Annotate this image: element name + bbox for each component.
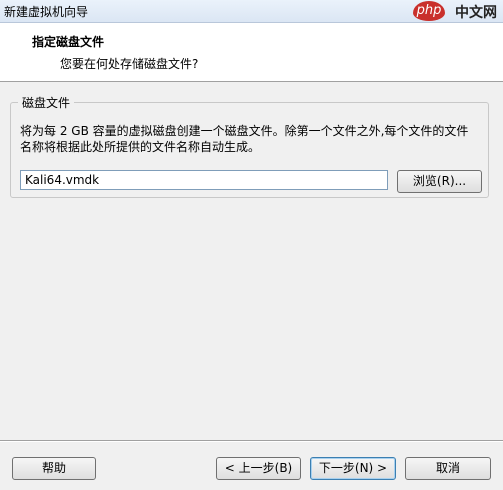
disk-file-description: 将为每 2 GB 容量的虚拟磁盘创建一个磁盘文件。除第一个文件之外,每个文件的文…	[20, 124, 469, 154]
disk-file-group-legend: 磁盘文件	[18, 94, 75, 111]
watermark-site-text: 中文网	[455, 5, 497, 21]
next-button[interactable]: 下一步(N) >	[310, 457, 396, 480]
browse-button[interactable]: 浏览(R)...	[397, 170, 482, 193]
disk-file-path-input[interactable]	[20, 170, 388, 190]
page-subtitle: 您要在何处存储磁盘文件?	[60, 57, 199, 71]
cancel-button[interactable]: 取消	[405, 457, 491, 480]
page-title: 指定磁盘文件	[32, 35, 105, 49]
title-bar: 新建虚拟机向导 php 中文网	[0, 0, 503, 23]
back-button[interactable]: < 上一步(B)	[216, 457, 301, 480]
help-button[interactable]: 帮助	[12, 457, 96, 480]
window-title: 新建虚拟机向导	[4, 5, 89, 19]
wizard-header: 指定磁盘文件 您要在何处存储磁盘文件?	[0, 23, 503, 82]
footer-divider	[0, 440, 503, 442]
watermark-php-badge: php	[413, 1, 445, 21]
